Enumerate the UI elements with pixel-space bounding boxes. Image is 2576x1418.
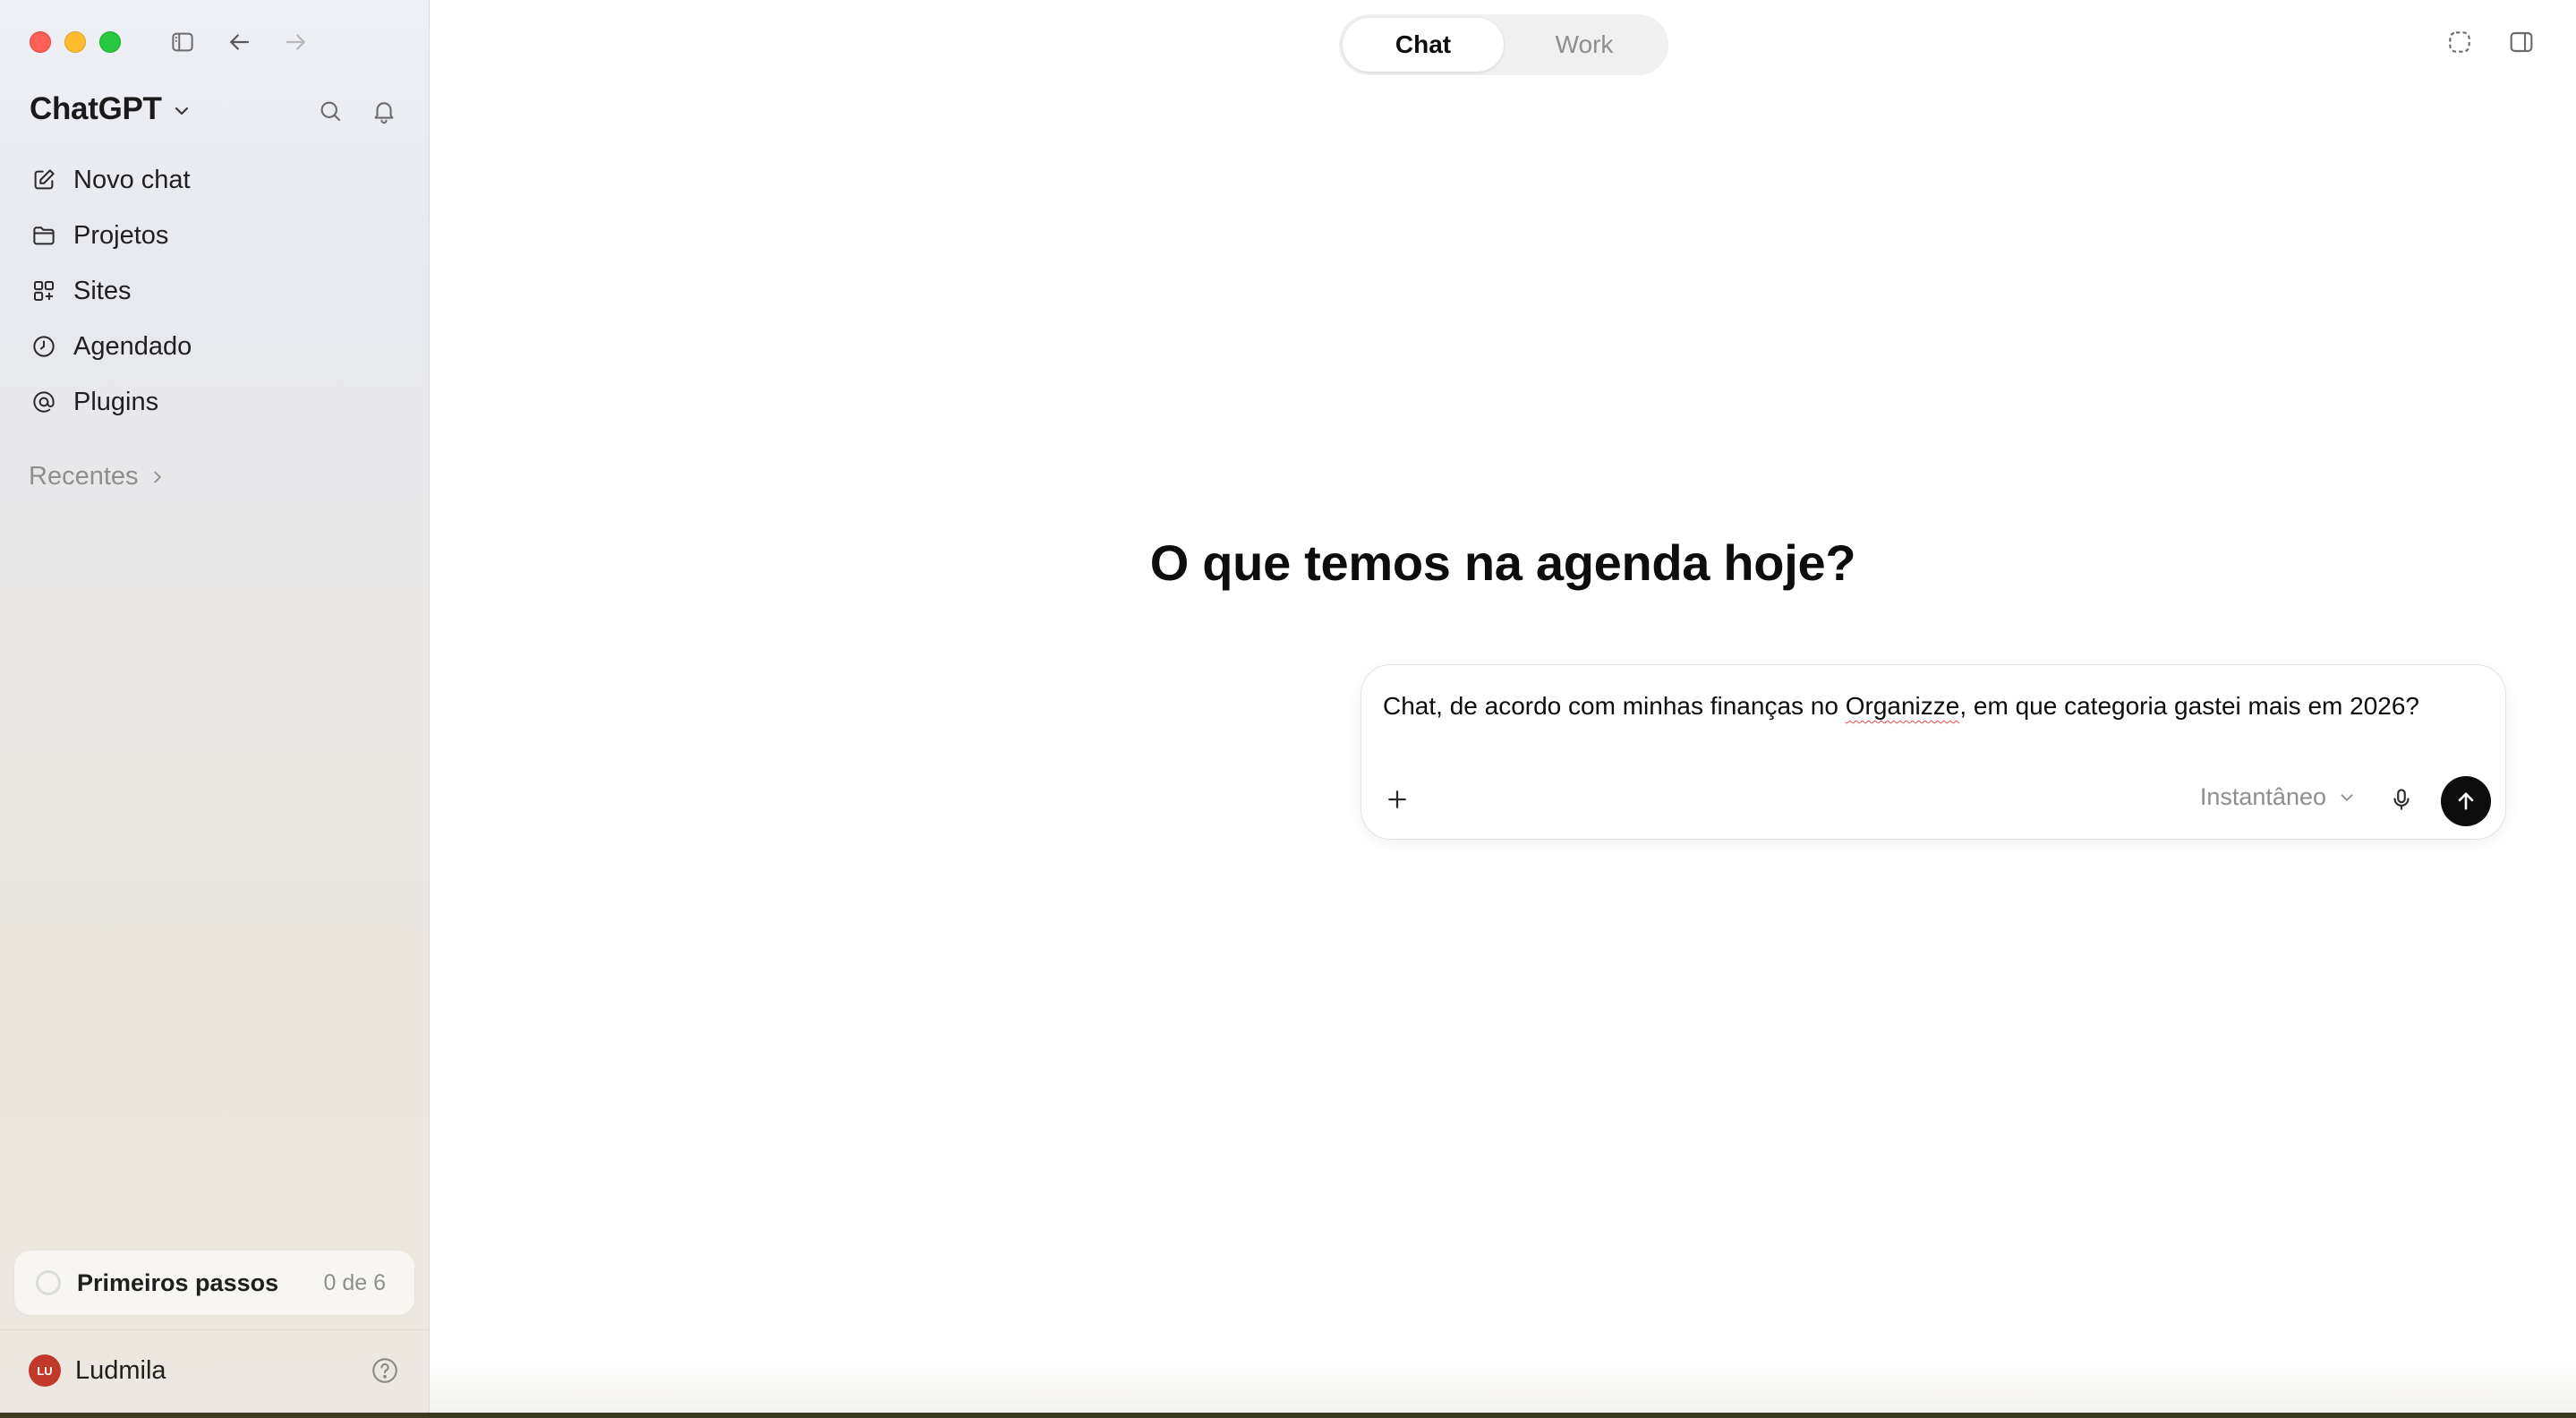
- sidebar-item-label: Plugins: [73, 387, 159, 416]
- compose-icon: [34, 169, 55, 190]
- bell-icon[interactable]: [366, 93, 402, 129]
- tab-work[interactable]: Work: [1504, 18, 1665, 72]
- chevron-right-icon: [153, 471, 161, 483]
- at-icon: [33, 391, 55, 413]
- getting-started-card[interactable]: Primeiros passos 0 de 6: [14, 1251, 414, 1315]
- zoom-window-button[interactable]: [99, 31, 121, 53]
- side-panel-icon[interactable]: [2504, 25, 2538, 59]
- sidebar-nav: Novo chat Projetos Sites Agendado Plugin…: [13, 152, 416, 430]
- model-selector[interactable]: ChatGPT: [30, 91, 192, 127]
- sidebar: ChatGPT Novo chat Projetos Sites Agendad…: [0, 0, 430, 1413]
- sidebar-item-sites[interactable]: Sites: [13, 263, 416, 319]
- forward-arrow-icon[interactable]: [279, 25, 313, 59]
- help-icon[interactable]: [370, 1355, 400, 1386]
- chevron-down-icon: [175, 107, 188, 115]
- minimize-window-button[interactable]: [64, 31, 86, 53]
- sidebar-item-label: Sites: [73, 276, 132, 305]
- avatar: LU: [29, 1354, 61, 1387]
- sidebar-item-projetos[interactable]: Projetos: [13, 208, 416, 263]
- temporary-chat-icon[interactable]: [2443, 25, 2477, 59]
- microphone-icon: [2393, 789, 2410, 810]
- chevron-down-icon: [2341, 793, 2353, 801]
- mode-tabs: Chat Work: [1339, 14, 1668, 75]
- sidebar-item-label: Projetos: [73, 220, 169, 250]
- arrow-up-icon: [2458, 792, 2474, 810]
- main-panel: Chat Work O que temos na agenda hoje? Ch…: [430, 0, 2576, 1413]
- prompt-input[interactable]: Chat, de acordo com minhas finanças no O…: [1383, 692, 2484, 721]
- user-name: Ludmila: [75, 1355, 166, 1385]
- clock-icon: [33, 336, 55, 357]
- microphone-button[interactable]: [2384, 782, 2419, 817]
- user-profile[interactable]: LU Ludmila: [29, 1354, 166, 1387]
- app-window: ChatGPT Novo chat Projetos Sites Agendad…: [0, 0, 2576, 1413]
- tab-chat[interactable]: Chat: [1343, 18, 1504, 72]
- progress-ring-icon: [36, 1270, 61, 1295]
- grid-icon: [34, 281, 54, 301]
- response-mode-dropdown[interactable]: Instantâneo: [2200, 783, 2357, 811]
- prompt-text-end: , em que categoria gastei mais em 2026?: [1959, 692, 2419, 720]
- sidebar-item-label: Agendado: [73, 331, 192, 361]
- back-arrow-icon[interactable]: [222, 25, 256, 59]
- getting-started-label: Primeiros passos: [77, 1269, 279, 1296]
- sidebar-item-agendado[interactable]: Agendado: [13, 319, 416, 374]
- sidebar-item-label: Novo chat: [73, 165, 191, 194]
- divider: [0, 1329, 429, 1330]
- getting-started-count: 0 de 6: [323, 1269, 386, 1295]
- close-window-button[interactable]: [30, 31, 51, 53]
- send-button[interactable]: [2441, 776, 2491, 826]
- plus-icon: [1388, 790, 1406, 808]
- composer: Chat, de acordo com minhas finanças no O…: [1361, 664, 2506, 840]
- sidebar-toggle-icon[interactable]: [166, 25, 200, 59]
- add-attachment-button[interactable]: [1378, 780, 1417, 819]
- sidebar-item-novo-chat[interactable]: Novo chat: [13, 152, 416, 208]
- response-mode-label: Instantâneo: [2199, 783, 2326, 810]
- recent-label: Recentes: [29, 462, 139, 491]
- prompt-text-start: Chat, de acordo com minhas finanças no: [1383, 692, 1846, 720]
- page-title: O que temos na agenda hoje?: [1149, 534, 1856, 591]
- app-title: ChatGPT: [30, 91, 162, 126]
- window-controls: [30, 31, 121, 53]
- sidebar-item-plugins[interactable]: Plugins: [13, 374, 416, 430]
- folder-icon: [33, 226, 55, 245]
- search-icon[interactable]: [312, 93, 348, 129]
- misspelled-word: Organizze: [1845, 692, 1960, 720]
- recent-section-toggle[interactable]: Recentes: [29, 462, 167, 491]
